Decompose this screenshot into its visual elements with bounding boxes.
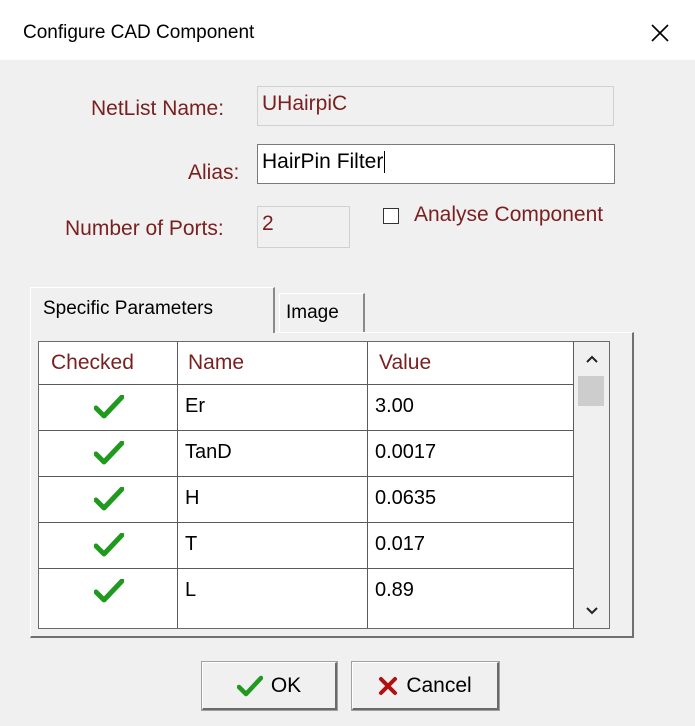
netlist-name-label: NetList Name:	[91, 97, 225, 120]
cross-icon	[379, 676, 398, 695]
parameter-value[interactable]: 0.89	[375, 579, 414, 602]
alias-input[interactable]: HairPin Filter	[257, 144, 615, 184]
column-header-name[interactable]: Name	[178, 342, 368, 384]
netlist-name-field: UHairpiC	[257, 86, 614, 126]
column-header-checked[interactable]: Checked	[39, 342, 177, 384]
parameter-name: L	[185, 579, 197, 601]
parameter-name: T	[185, 533, 198, 555]
parameter-name: Er	[185, 395, 205, 417]
alias-input-value: HairPin Filter	[262, 150, 384, 173]
table-row[interactable]: T 0.017	[39, 523, 573, 569]
checkmark-icon[interactable]	[94, 395, 124, 419]
parameter-value[interactable]: 0.017	[375, 533, 425, 556]
table-row[interactable]: H 0.0635	[39, 477, 573, 523]
title-bar: Configure CAD Component	[0, 0, 695, 60]
close-icon	[651, 24, 669, 42]
parameter-value[interactable]: 0.0635	[375, 487, 436, 510]
scroll-up-button[interactable]	[574, 342, 609, 376]
column-header-value[interactable]: Value	[369, 342, 569, 384]
parameters-grid: Checked Name Value Er 3.00 TanD 0.0017 H…	[38, 341, 610, 629]
chevron-down-icon	[585, 607, 598, 615]
text-caret	[384, 151, 386, 174]
checkmark-icon[interactable]	[94, 533, 124, 557]
window-title: Configure CAD Component	[23, 22, 255, 43]
table-row[interactable]: L 0.89	[39, 569, 573, 615]
checkmark-icon[interactable]	[94, 579, 124, 603]
checkmark-icon	[236, 675, 263, 696]
tab-image-label: Image	[286, 302, 339, 323]
close-button[interactable]	[640, 14, 680, 52]
table-row[interactable]: Er 3.00	[39, 385, 573, 431]
tab-specific-parameters-label: Specific Parameters	[43, 298, 214, 319]
tab-specific-parameters[interactable]: Specific Parameters	[30, 287, 275, 333]
cancel-button[interactable]: Cancel	[351, 661, 500, 711]
parameter-value[interactable]: 3.00	[375, 395, 414, 418]
vertical-scrollbar[interactable]	[574, 342, 609, 628]
table-row[interactable]: TanD 0.0017	[39, 431, 573, 477]
scroll-down-button[interactable]	[574, 594, 609, 628]
analyse-component-checkbox[interactable]	[383, 208, 399, 224]
ok-button-label: OK	[270, 673, 302, 697]
parameter-name: TanD	[185, 441, 232, 463]
parameter-name: H	[185, 487, 200, 509]
alias-label: Alias:	[188, 161, 240, 184]
number-of-ports-field: 2	[257, 206, 350, 248]
scrollbar-thumb[interactable]	[578, 376, 604, 406]
chevron-up-icon	[585, 355, 598, 363]
cancel-button-label: Cancel	[406, 673, 472, 697]
tab-image[interactable]: Image	[279, 293, 365, 333]
checkmark-icon[interactable]	[94, 441, 124, 465]
ok-button[interactable]: OK	[201, 661, 338, 711]
analyse-component-label[interactable]: Analyse Component	[414, 203, 603, 227]
parameter-value[interactable]: 0.0017	[375, 441, 436, 464]
checkmark-icon[interactable]	[94, 487, 124, 511]
number-of-ports-label: Number of Ports:	[65, 217, 224, 240]
